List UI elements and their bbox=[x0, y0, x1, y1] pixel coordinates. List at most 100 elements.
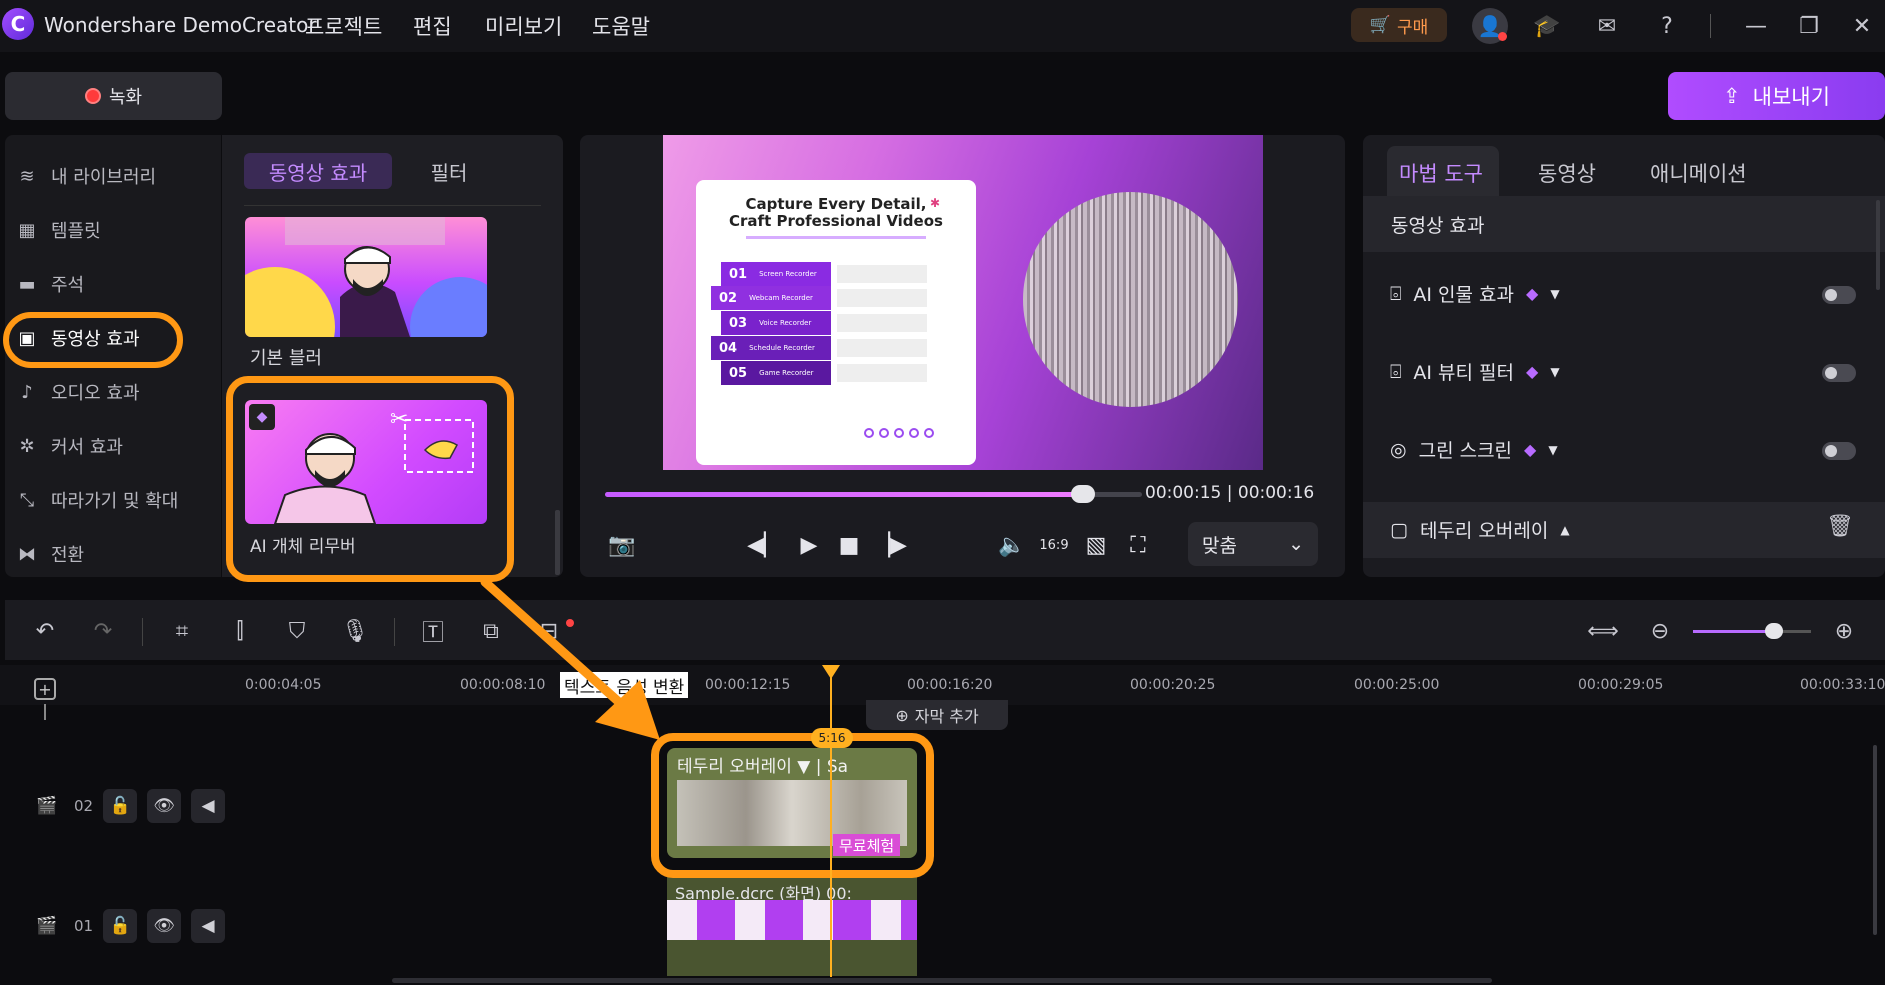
tutorial-icon[interactable]: 🎓 bbox=[1531, 10, 1563, 42]
premium-gem-icon: ◆ bbox=[1526, 284, 1539, 303]
green-screen-toggle[interactable] bbox=[1822, 442, 1856, 460]
green-screen-row[interactable]: ◎ 그린 스크린 ◆ ▼ bbox=[1390, 436, 1558, 463]
zoom-in-icon[interactable]: ⊕ bbox=[1827, 614, 1861, 648]
nav-zoom-follow[interactable]: ⤡ 따라가기 및 확대 bbox=[15, 485, 179, 515]
fullscreen-icon[interactable]: ⛶ bbox=[1121, 530, 1155, 560]
nav-highlight-ring bbox=[3, 312, 183, 368]
text-icon[interactable]: 🅃 bbox=[416, 614, 450, 648]
nav-audio-effects[interactable]: ♪ 오디오 효과 bbox=[15, 377, 139, 407]
fit-timeline-icon[interactable]: ⟺ bbox=[1586, 614, 1620, 648]
clip-sample-screen[interactable]: Sample.dcrc (화면) 00: bbox=[667, 876, 917, 976]
minimize-icon[interactable]: — bbox=[1740, 10, 1772, 42]
speaker-icon[interactable]: ◀ bbox=[191, 909, 226, 943]
effect-thumb-basic-blur[interactable] bbox=[245, 217, 487, 337]
export-icon: ⇪ bbox=[1723, 84, 1741, 108]
playback-time: 00:00:15 | 00:00:16 bbox=[1145, 483, 1315, 503]
playhead[interactable] bbox=[830, 665, 832, 977]
nav-cursor-effects[interactable]: ✲ 커서 효과 bbox=[15, 431, 123, 461]
menu-preview[interactable]: 미리보기 bbox=[485, 11, 562, 41]
tab-video[interactable]: 동영상 bbox=[1538, 153, 1596, 193]
playback-progress-knob[interactable] bbox=[1070, 485, 1095, 503]
add-caption-button[interactable]: ⊕ 자막 추가 bbox=[866, 700, 1008, 730]
menu-help[interactable]: 도움말 bbox=[592, 11, 650, 41]
zoom-out-icon[interactable]: ⊖ bbox=[1643, 614, 1677, 648]
zoom-fit-select[interactable]: 맞춤 ⌄ bbox=[1188, 522, 1318, 566]
close-icon[interactable]: ✕ bbox=[1846, 10, 1878, 42]
slide-row: 04 Schedule Recorder bbox=[711, 335, 927, 361]
person-frame-icon: ⌻ bbox=[1390, 282, 1402, 305]
nav-annotation[interactable]: ▬ 주석 bbox=[15, 269, 84, 299]
add-track-icon[interactable]: + bbox=[34, 678, 56, 700]
clapper-icon: 🎬 bbox=[36, 796, 58, 816]
titlebar-divider bbox=[1710, 14, 1711, 38]
row-label: Voice Recorder bbox=[759, 319, 812, 327]
preview-canvas: Capture Every Detail, Craft Professional… bbox=[663, 135, 1263, 470]
buy-button[interactable]: 🛒 구매 bbox=[1351, 8, 1447, 42]
tab-animation[interactable]: 애니메이션 bbox=[1650, 153, 1747, 193]
thumb-highlight-ring bbox=[226, 376, 514, 582]
aspect-ratio-icon[interactable]: 16:9 bbox=[1037, 530, 1071, 560]
border-overlay-row[interactable]: ▢ 테두리 오버레이 ▲ bbox=[1390, 516, 1570, 543]
row-number: 03 bbox=[729, 315, 748, 331]
audio-effect-icon: ♪ bbox=[21, 381, 33, 403]
nav-transitions[interactable]: ⧓ 전환 bbox=[15, 539, 84, 569]
props-scrollbar[interactable] bbox=[1876, 200, 1880, 290]
menu-edit[interactable]: 편집 bbox=[413, 11, 452, 41]
slide-row: 02 Webcam Recorder bbox=[711, 285, 927, 311]
tts-icon[interactable]: ⊟ bbox=[532, 614, 566, 648]
record-button[interactable]: 녹화 bbox=[5, 72, 222, 120]
redo-icon[interactable]: ↷ bbox=[86, 614, 120, 648]
ai-beauty-filter-row[interactable]: ⌻ AI 뷰티 필터 ◆ ▼ bbox=[1390, 358, 1560, 385]
undo-icon[interactable]: ↶ bbox=[28, 614, 62, 648]
slide-title-line2: Craft Professional Videos bbox=[729, 212, 943, 230]
ai-person-effect-toggle[interactable] bbox=[1822, 286, 1856, 304]
caret-down-icon: ▼ bbox=[1548, 442, 1558, 457]
lock-icon[interactable]: 🔓 bbox=[103, 909, 138, 943]
export-button[interactable]: ⇪ 내보내기 bbox=[1668, 72, 1885, 120]
crop-icon[interactable]: ⌗ bbox=[165, 614, 199, 648]
timeline-zoom-knob[interactable] bbox=[1765, 623, 1783, 639]
basic-blur-illustration bbox=[245, 217, 487, 337]
trash-icon[interactable]: 🗑 bbox=[1826, 514, 1854, 539]
tab-magic-tools[interactable]: 마법 도구 bbox=[1399, 153, 1483, 193]
ai-person-effect-row[interactable]: ⌻ AI 인물 효과 ◆ ▼ bbox=[1390, 280, 1560, 307]
split-icon[interactable]: ⫿ bbox=[223, 614, 257, 648]
playhead-handle[interactable] bbox=[822, 665, 840, 679]
section-header: 동영상 효과 bbox=[1363, 196, 1885, 252]
microphone-icon[interactable]: 🎙 bbox=[338, 614, 372, 648]
mail-icon[interactable]: ✉ bbox=[1591, 10, 1623, 42]
mark-icon[interactable]: ⛉ bbox=[280, 614, 314, 648]
ai-beauty-filter-toggle[interactable] bbox=[1822, 364, 1856, 382]
slide-row: 05 Game Recorder bbox=[721, 360, 927, 386]
prev-frame-icon[interactable]: ◀▏ bbox=[747, 530, 781, 560]
eye-icon[interactable]: 👁 bbox=[147, 789, 182, 823]
tab-video-effects[interactable]: 동영상 효과 bbox=[244, 153, 392, 189]
nav-templates[interactable]: ▦ 템플릿 bbox=[15, 215, 101, 245]
menu-project[interactable]: 프로젝트 bbox=[305, 11, 382, 41]
speaker-icon[interactable]: ◀ bbox=[191, 789, 226, 823]
help-icon[interactable]: ? bbox=[1651, 10, 1683, 42]
subtitle-icon[interactable]: ⧉ bbox=[474, 614, 508, 648]
timeline-horizontal-scrollbar[interactable] bbox=[392, 978, 1492, 983]
lock-icon[interactable]: 🔓 bbox=[103, 789, 138, 823]
row-label: Webcam Recorder bbox=[749, 294, 813, 302]
screenshot-icon[interactable]: 📷 bbox=[605, 530, 639, 560]
fit-label: 맞춤 bbox=[1202, 534, 1237, 557]
eye-icon[interactable]: 👁 bbox=[147, 909, 182, 943]
library-scrollbar[interactable] bbox=[555, 510, 560, 575]
effect-label-basic-blur: 기본 블러 bbox=[250, 348, 322, 369]
stop-icon[interactable]: ■ bbox=[832, 530, 866, 560]
nav-label: 템플릿 bbox=[51, 221, 101, 242]
nav-label: 따라가기 및 확대 bbox=[51, 491, 179, 512]
restore-icon[interactable]: ❐ bbox=[1793, 10, 1825, 42]
tab-filters[interactable]: 필터 bbox=[410, 153, 488, 189]
library-divider bbox=[244, 205, 541, 206]
next-frame-icon[interactable]: ▕▶ bbox=[873, 530, 907, 560]
timeline-vertical-scrollbar[interactable] bbox=[1873, 745, 1877, 935]
volume-icon[interactable]: 🔈 bbox=[995, 530, 1029, 560]
play-icon[interactable]: ▶ bbox=[792, 530, 826, 560]
template-icon: ▦ bbox=[18, 219, 36, 241]
safe-zone-icon[interactable]: ▧ bbox=[1079, 530, 1113, 560]
nav-my-library[interactable]: ≋ 내 라이브러리 bbox=[15, 161, 156, 191]
tts-tooltip: 텍스트 음성 변환 bbox=[560, 672, 689, 698]
